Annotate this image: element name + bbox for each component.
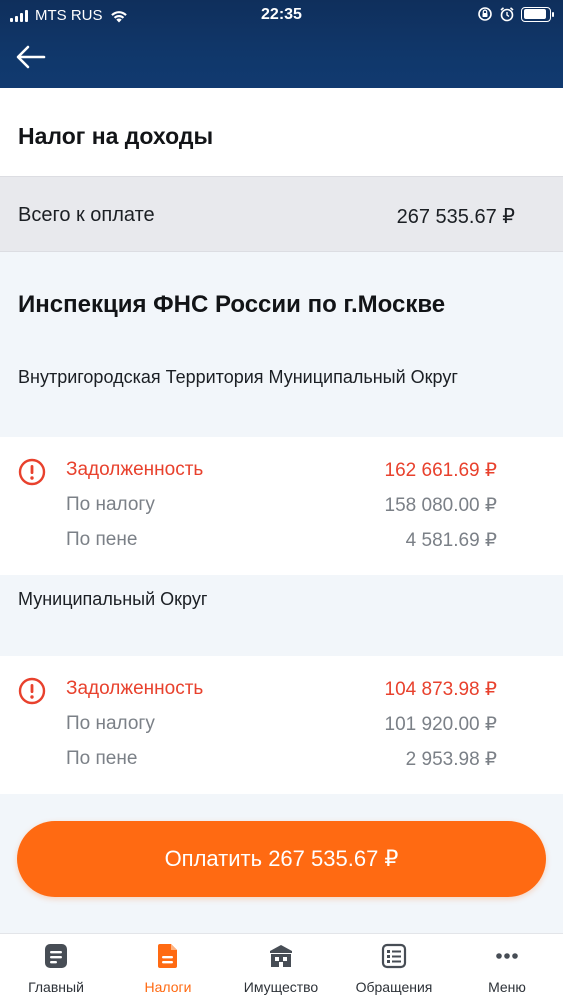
orientation-lock-icon — [478, 7, 492, 21]
document-icon — [45, 944, 67, 968]
tab-property[interactable]: Имущество — [225, 934, 337, 1000]
penalty-amount: 4 581.69 ₽ — [405, 530, 497, 551]
penalty-amount: 2 953.98 ₽ — [405, 749, 497, 770]
arrow-left-icon — [16, 45, 46, 69]
status-bar: MTS RUS 22:35 — [0, 0, 563, 30]
tab-requests[interactable]: Обращения — [338, 934, 450, 1000]
tax-document-icon — [158, 944, 177, 968]
building-icon — [270, 945, 292, 967]
debt-amount: 104 873.98 ₽ — [384, 679, 497, 700]
penalty-label: По пене — [66, 529, 138, 550]
tab-label: Меню — [488, 979, 526, 995]
tax-label: По налогу — [66, 494, 155, 515]
debt-card[interactable]: Задолженность 104 873.98 ₽ По налогу 101… — [0, 656, 563, 794]
tab-taxes[interactable]: Налоги — [112, 934, 224, 1000]
pay-area: Оплатить 267 535.67 ₽ — [0, 795, 563, 933]
tax-label: По налогу — [66, 713, 155, 734]
tab-menu[interactable]: Меню — [451, 934, 563, 1000]
total-value: 267 535.67 ₽ — [396, 206, 515, 228]
inspection-name: Инспекция ФНС России по г.Москве — [18, 291, 446, 318]
list-icon — [381, 943, 407, 969]
debt-title: Задолженность — [66, 678, 204, 699]
debt-card[interactable]: Задолженность 162 661.69 ₽ По налогу 158… — [0, 437, 563, 575]
tab-label: Главный — [28, 979, 84, 995]
battery-icon — [521, 6, 554, 22]
inspection-section: Инспекция ФНС России по г.Москве Внутриг… — [0, 252, 563, 437]
title-section: Налог на доходы — [0, 88, 563, 176]
tab-label: Налоги — [144, 979, 192, 995]
alert-icon — [18, 458, 46, 486]
tab-main[interactable]: Главный — [0, 934, 112, 1000]
tax-amount: 101 920.00 ₽ — [384, 714, 497, 735]
total-row: Всего к оплате 267 535.67 ₽ — [0, 176, 563, 252]
tab-label: Имущество — [243, 979, 319, 995]
municipality-label: Муниципальный Округ — [18, 589, 208, 609]
alert-icon — [18, 677, 46, 705]
inspection-district: Внутригородская Территория Муниципальный… — [18, 367, 458, 387]
total-label: Всего к оплате — [18, 204, 155, 226]
more-dots-icon — [496, 953, 518, 959]
back-button[interactable] — [12, 40, 50, 74]
tab-bar: Главный Налоги Имущество Обращения Меню — [0, 933, 563, 1000]
pay-button[interactable]: Оплатить 267 535.67 ₽ — [17, 821, 546, 897]
debt-amount: 162 661.69 ₽ — [384, 460, 497, 481]
top-bar: MTS RUS 22:35 — [0, 0, 563, 88]
tax-amount: 158 080.00 ₽ — [384, 495, 497, 516]
debt-title: Задолженность — [66, 459, 204, 480]
penalty-label: По пене — [66, 748, 138, 769]
status-right — [477, 6, 554, 22]
tab-label: Обращения — [355, 979, 433, 995]
alarm-icon — [500, 7, 514, 22]
page-title: Налог на доходы — [18, 123, 214, 149]
municipality-section: Муниципальный Округ — [0, 575, 563, 656]
